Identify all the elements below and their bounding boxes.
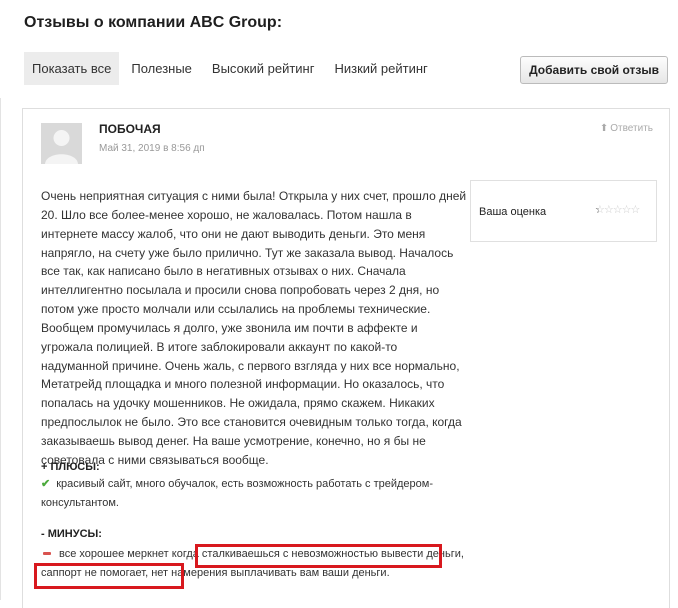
pros-item: ✔ красивый сайт, много обучалок, есть воз… xyxy=(41,475,471,512)
pros-heading: + ПЛЮСЫ: xyxy=(41,461,100,473)
rating-stars[interactable]: ☆ ☆☆☆☆ xyxy=(595,203,641,216)
check-icon: ✔ xyxy=(41,478,51,490)
star-empty-icon: ☆ xyxy=(612,204,623,216)
highlight-box xyxy=(195,544,442,568)
pros-text: красивый сайт, много обучалок, есть возм… xyxy=(41,478,433,509)
star-half-icon: ☆ xyxy=(595,203,605,216)
review-text: Очень неприятная ситуация с ними была! О… xyxy=(41,189,467,467)
review-date: Май 31, 2019 в 8:56 дп xyxy=(99,143,205,154)
rating-box: Ваша оценка ☆ ☆☆☆☆ xyxy=(470,180,657,242)
arrow-up-icon: ⬆ xyxy=(599,123,609,134)
rating-label: Ваша оценка xyxy=(479,206,547,218)
filter-tabs: Показать все Полезные Высокий рейтинг Ни… xyxy=(24,52,440,85)
filter-useful[interactable]: Полезные xyxy=(123,52,200,85)
star-empty-icon: ☆ xyxy=(603,204,614,216)
cons-heading: - МИНУСЫ: xyxy=(41,528,102,540)
reply-label: Ответить xyxy=(610,123,653,134)
content-divider xyxy=(0,98,1,600)
page-title: Отзывы о компании ABC Group: xyxy=(24,14,283,31)
star-empty-icon: ☆ xyxy=(630,204,641,216)
review-author: ПОБОЧАЯ xyxy=(99,122,161,136)
avatar xyxy=(41,123,82,164)
reply-link[interactable]: ⬆ Ответить xyxy=(600,123,653,134)
minus-icon xyxy=(43,551,51,555)
filter-high-rating[interactable]: Высокий рейтинг xyxy=(204,52,323,85)
review-card: ПОБОЧАЯ Май 31, 2019 в 8:56 дп ⬆ Ответить… xyxy=(22,108,670,608)
filter-show-all[interactable]: Показать все xyxy=(24,52,120,85)
star-empty-icon: ☆ xyxy=(621,204,632,216)
highlight-box xyxy=(34,563,184,589)
add-review-button[interactable]: Добавить свой отзыв xyxy=(520,56,668,84)
filter-low-rating[interactable]: Низкий рейтинг xyxy=(326,52,435,85)
avatar-placeholder-icon xyxy=(41,123,82,164)
